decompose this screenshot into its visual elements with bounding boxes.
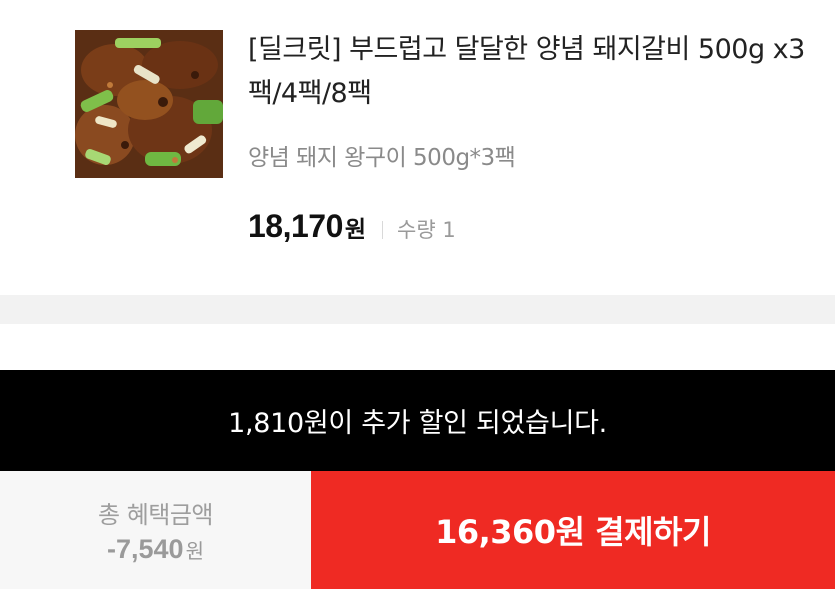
- total-benefit-panel: 총 혜택금액 -7,540 원: [0, 471, 311, 589]
- price-unit: 원: [344, 217, 367, 243]
- price-row: 18,170 원 수량 1: [248, 208, 456, 252]
- pay-button[interactable]: 16,360원 결제하기: [311, 471, 835, 589]
- product-title[interactable]: [딜크릿] 부드럽고 달달한 양념 돼지갈비 500g x3팩/4팩/8팩: [248, 28, 808, 116]
- total-benefit-unit: 원: [185, 539, 204, 563]
- total-benefit-amount: -7,540: [107, 534, 184, 564]
- total-benefit-amount-row: -7,540 원: [107, 534, 204, 565]
- checkout-bar: 총 혜택금액 -7,540 원 16,360원 결제하기: [0, 471, 835, 589]
- product-thumbnail[interactable]: [75, 30, 223, 178]
- product-quantity: 수량 1: [397, 218, 456, 242]
- price-quantity-divider: [382, 221, 384, 239]
- section-divider: [0, 295, 835, 324]
- product-option: 양념 돼지 왕구이 500g*3팩: [248, 145, 516, 171]
- discount-toast: 1,810원이 추가 할인 되었습니다.: [0, 370, 835, 471]
- galbi-food-image: [75, 30, 223, 178]
- order-item-card: [딜크릿] 부드럽고 달달한 양념 돼지갈비 500g x3팩/4팩/8팩 양념…: [0, 0, 835, 295]
- product-price: 18,170: [248, 208, 343, 244]
- total-benefit-label: 총 혜택금액: [97, 501, 214, 529]
